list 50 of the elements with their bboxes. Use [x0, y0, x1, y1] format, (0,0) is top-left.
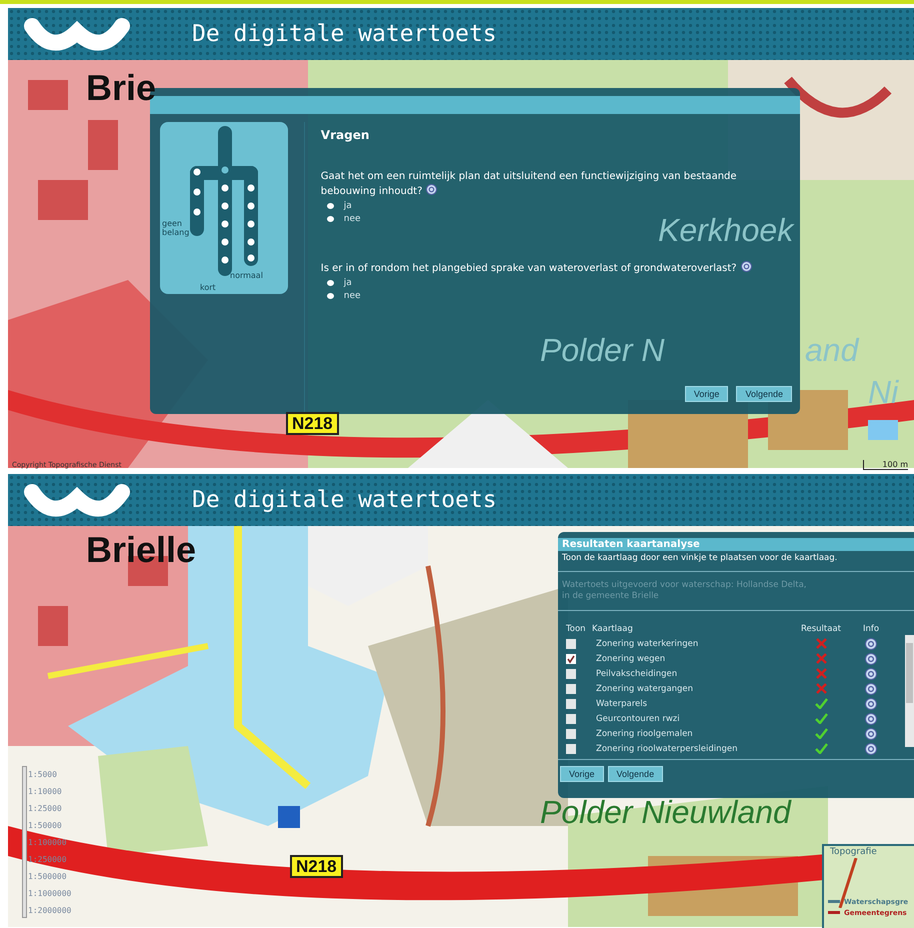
- layer-name: Zonering watergangen: [596, 684, 694, 694]
- map-label: Brie: [86, 70, 156, 106]
- layer-name: Zonering wegen: [596, 654, 666, 664]
- option-label: ja: [344, 200, 352, 210]
- info-text: in de gemeente Brielle: [562, 591, 660, 602]
- layer-name: Zonering rioolwaterpersleidingen: [596, 744, 738, 754]
- scale-level[interactable]: 1:50000: [28, 820, 72, 831]
- panel-title: Resultaten kaartanalyse: [558, 538, 914, 551]
- app-title: De digitale watertoets: [192, 487, 497, 513]
- map-label: Ni: [868, 376, 898, 408]
- option-label: nee: [344, 214, 361, 224]
- diagram-label: normaal: [230, 272, 263, 281]
- previous-button[interactable]: Vorige: [684, 386, 728, 402]
- option-label: nee: [344, 290, 361, 300]
- question-text: Is er in of rondom het plangebied sprake van wateroverlast of grondwateroverlast?: [320, 261, 792, 276]
- map-label: Kerkhoek: [658, 214, 794, 246]
- scale-level[interactable]: 1:10000: [28, 786, 72, 797]
- info-text: Watertoets uitgevoerd voor waterschap: Hollandse Delta,: [562, 580, 808, 591]
- next-button[interactable]: Volgende: [608, 766, 664, 782]
- layer-name: Geurcontouren rwzi: [596, 714, 681, 724]
- scale-level[interactable]: 1:25000: [28, 803, 72, 814]
- instruction-text: Toon de kaartlaag door een vinkje te plaatsen voor de kaartlaag.: [561, 552, 838, 565]
- option-label: ja: [344, 278, 352, 288]
- next-button[interactable]: Volgende: [736, 386, 792, 402]
- map-label: Brielle: [86, 532, 196, 568]
- column-header: Resultaat: [800, 624, 842, 634]
- previous-button[interactable]: Vorige: [560, 766, 604, 782]
- map-label: and: [805, 334, 858, 366]
- scale-level[interactable]: 1:1000000: [28, 888, 72, 899]
- question-text: Gaat het om een ruimtelijk plan dat uitsluitend een functiewijziging van bestaande bebouwing inhoudt?: [320, 170, 738, 199]
- column-header: Info: [862, 624, 880, 634]
- dialog-heading: Vragen: [320, 128, 370, 142]
- overview-title: Topografie: [830, 847, 877, 857]
- app-title: De digitale watertoets: [192, 21, 497, 47]
- layer-name: Zonering waterkeringen: [596, 638, 700, 648]
- layer-name: Zonering rioolgemalen: [596, 728, 694, 738]
- layer-name: Peilvakscheidingen: [596, 668, 678, 678]
- layer-name: Waterparels: [596, 698, 648, 708]
- column-header: Toon: [566, 624, 587, 634]
- map-label: Polder Nieuwland: [540, 796, 791, 828]
- scale-level[interactable]: 1:5000: [28, 769, 72, 780]
- scale-bar: 100 m: [863, 460, 908, 470]
- map-label: N218: [290, 855, 343, 878]
- map-label: N218: [286, 412, 339, 435]
- map-label: Polder N: [540, 334, 664, 366]
- scale-level[interactable]: 1:2000000: [28, 905, 72, 916]
- scale-level[interactable]: 1:500000: [28, 871, 72, 882]
- diagram-label: geen belang: [162, 220, 190, 238]
- column-header: Kaartlaag: [592, 624, 634, 634]
- diagram-label: kort: [200, 284, 216, 293]
